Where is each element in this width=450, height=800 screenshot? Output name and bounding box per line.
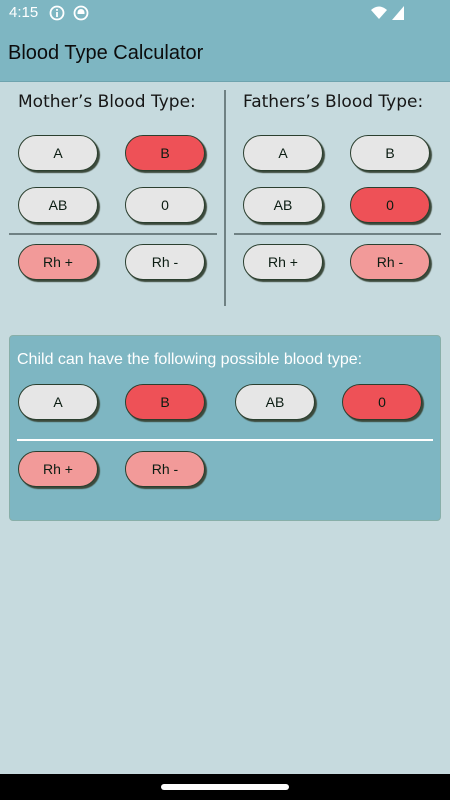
father-label: Fathers’s Blood Type: [243,92,424,112]
info-icon [49,5,65,21]
mother-divider [9,233,217,235]
mother-rh-positive-button[interactable]: Rh + [18,244,98,280]
result-label: Child can have the following possible bl… [17,351,363,368]
mother-rh-negative-button[interactable]: Rh - [125,244,205,280]
shield-icon [73,5,89,21]
child-type-b-button[interactable]: B [125,384,205,420]
status-time: 4:15 [9,4,39,21]
child-rh-negative-button[interactable]: Rh - [125,451,205,487]
home-gesture-handle[interactable] [161,784,289,790]
app-bar: Blood Type Calculator [0,27,450,82]
father-type-ab-button[interactable]: AB [243,187,323,223]
father-type-b-button[interactable]: B [350,135,430,171]
mother-type-ab-button[interactable]: AB [18,187,98,223]
mother-label: Mother’s Blood Type: [18,92,196,112]
father-rh-negative-button[interactable]: Rh - [350,244,430,280]
app-title: Blood Type Calculator [8,42,204,64]
child-rh-positive-button[interactable]: Rh + [18,451,98,487]
mother-type-0-button[interactable]: 0 [125,187,205,223]
result-divider [17,439,433,441]
wifi-icon [370,5,387,21]
column-divider [224,90,226,306]
child-type-a-button[interactable]: A [18,384,98,420]
status-bar: 4:15 [0,0,450,27]
father-type-a-button[interactable]: A [243,135,323,171]
father-divider [234,233,441,235]
cell-signal-icon [391,5,407,21]
mother-type-b-button[interactable]: B [125,135,205,171]
father-type-0-button[interactable]: 0 [350,187,430,223]
child-type-ab-button[interactable]: AB [235,384,315,420]
child-type-0-button[interactable]: 0 [342,384,422,420]
father-rh-positive-button[interactable]: Rh + [243,244,323,280]
mother-type-a-button[interactable]: A [18,135,98,171]
